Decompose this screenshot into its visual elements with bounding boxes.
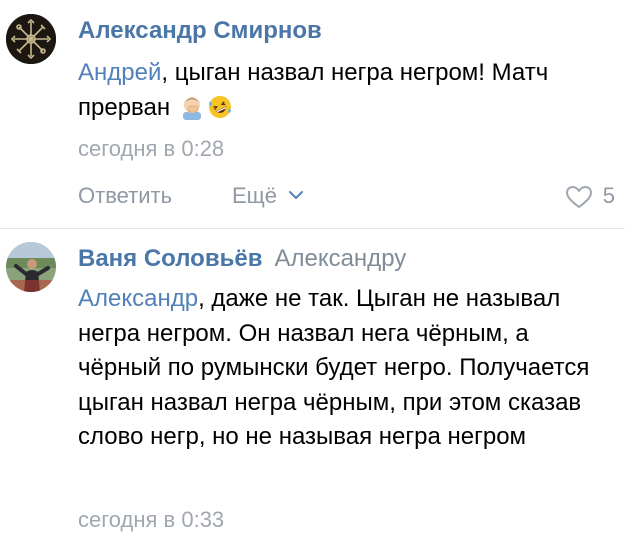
chevron-down-icon[interactable] bbox=[288, 189, 304, 201]
like-count: 5 bbox=[602, 183, 615, 208]
mention-link[interactable]: Андрей bbox=[78, 59, 161, 86]
avatar[interactable] bbox=[6, 14, 56, 64]
heart-icon bbox=[566, 186, 592, 208]
comment-text: Александр, даже не так. Цыган не называл… bbox=[78, 282, 618, 455]
timestamp[interactable]: сегодня в 0:33 bbox=[78, 506, 224, 534]
comment-actions: Ответить Ещё 5 bbox=[0, 178, 625, 214]
vegvisir-avatar-icon bbox=[6, 14, 56, 64]
rolling-on-floor-laughing-emoji bbox=[207, 94, 233, 120]
reply-to-label[interactable]: Александру bbox=[274, 245, 406, 272]
author-name[interactable]: Александр Смирнов bbox=[78, 17, 322, 44]
avatar[interactable] bbox=[6, 242, 56, 292]
person-avatar-icon bbox=[6, 242, 56, 292]
reply-button[interactable]: Ответить bbox=[78, 178, 172, 214]
author-line: Александр Смирнов bbox=[78, 16, 322, 46]
man-facepalming-emoji bbox=[179, 94, 205, 120]
divider bbox=[0, 228, 625, 229]
timestamp[interactable]: сегодня в 0:28 bbox=[78, 135, 224, 163]
more-button[interactable]: Ещё bbox=[232, 178, 277, 214]
mention-link[interactable]: Александр bbox=[78, 285, 198, 312]
author-name[interactable]: Ваня Соловьёв bbox=[78, 245, 262, 272]
like-button[interactable]: 5 bbox=[555, 178, 615, 214]
comment-text: Андрей, цыган назвал негра негром! Матч … bbox=[78, 56, 618, 125]
author-line: Ваня Соловьёв Александру bbox=[78, 244, 406, 274]
